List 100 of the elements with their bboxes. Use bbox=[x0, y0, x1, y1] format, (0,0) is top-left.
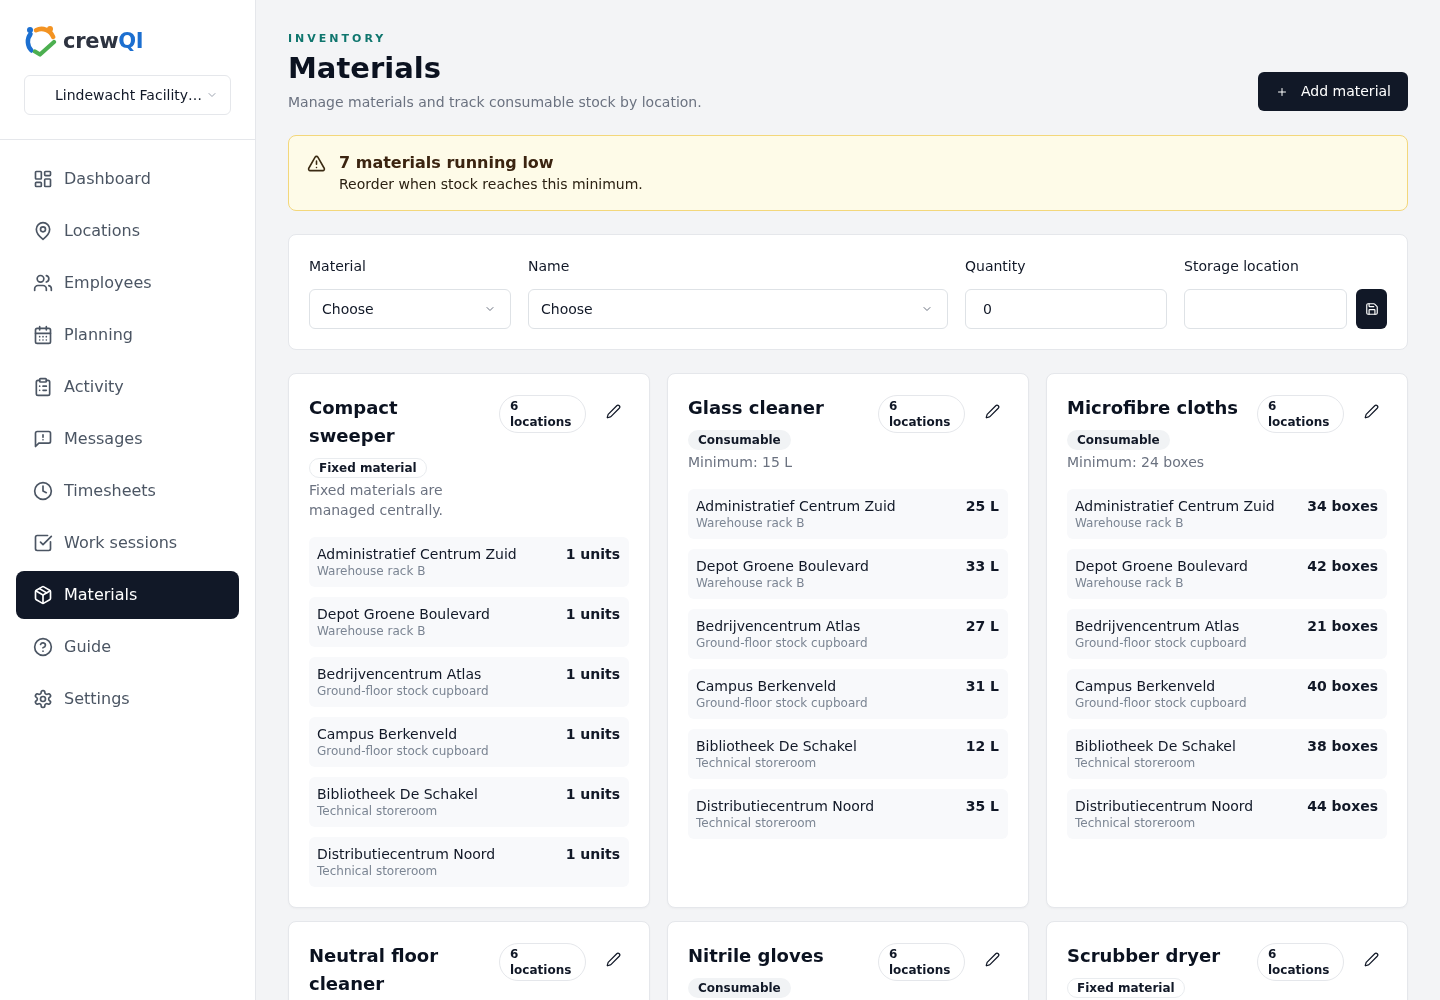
storage-place: Ground-floor stock cupboard bbox=[317, 683, 489, 699]
stock-quantity: 1 units bbox=[565, 665, 620, 683]
checkbox-icon bbox=[33, 533, 53, 553]
storage-place: Ground-floor stock cupboard bbox=[317, 743, 489, 759]
clipboard-list-icon bbox=[33, 377, 53, 397]
stock-quantity: 31 L bbox=[965, 677, 999, 695]
select-field[interactable]: Choose bbox=[309, 289, 511, 329]
pencil-icon bbox=[1363, 951, 1379, 967]
clock-icon bbox=[33, 481, 53, 501]
material-title: Microfibre cloths bbox=[1067, 396, 1239, 420]
stock-quantity: 27 L bbox=[965, 617, 999, 635]
material-note: Minimum: 15 L bbox=[688, 453, 794, 472]
select-field[interactable]: Choose bbox=[528, 289, 948, 329]
location-name: Distributiecentrum Noord bbox=[696, 797, 875, 815]
stock-quantity: 34 boxes bbox=[1307, 497, 1378, 515]
location-count-tag: 6 locations bbox=[1257, 943, 1344, 981]
settings-icon bbox=[33, 689, 53, 709]
nav-item[interactable]: Employees bbox=[16, 259, 239, 307]
save-button[interactable] bbox=[1356, 289, 1387, 329]
nav-item[interactable]: Locations bbox=[16, 207, 239, 255]
box-icon bbox=[33, 585, 53, 605]
storage-place: Warehouse rack B bbox=[317, 563, 427, 579]
nav-item[interactable]: Settings bbox=[16, 675, 239, 723]
location-name: Administratief Centrum Zuid bbox=[696, 497, 896, 515]
storage-place: Warehouse rack B bbox=[696, 515, 806, 531]
pencil-icon bbox=[1363, 403, 1379, 419]
location-count-tag: 6 locations bbox=[499, 943, 586, 981]
pencil-icon bbox=[605, 951, 621, 967]
storage-place: Ground-floor stock cupboard bbox=[696, 695, 868, 711]
storage-place: Technical storeroom bbox=[696, 815, 818, 831]
calendar-icon bbox=[33, 325, 53, 345]
field-label: Name bbox=[528, 257, 571, 276]
location-name: Campus Berkenveld bbox=[696, 677, 838, 695]
location-name: Campus Berkenveld bbox=[317, 725, 459, 743]
material-title: Compact sweeper bbox=[309, 396, 399, 448]
material-title: Scrubber dryer bbox=[1067, 944, 1222, 968]
nav-item[interactable]: Guide bbox=[16, 623, 239, 671]
stock-quantity: 42 boxes bbox=[1307, 557, 1378, 575]
storage-place: Warehouse rack B bbox=[317, 623, 427, 639]
nav-item[interactable]: Work sessions bbox=[16, 519, 239, 567]
users-icon bbox=[33, 273, 53, 293]
help-icon bbox=[33, 637, 53, 657]
nav-item[interactable]: Timesheets bbox=[16, 467, 239, 515]
stock-quantity: 25 L bbox=[965, 497, 999, 515]
stock-quantity: 38 boxes bbox=[1307, 737, 1378, 755]
location-name: Administratief Centrum Zuid bbox=[1075, 497, 1275, 515]
alert-message: Reorder when stock reaches this minimum. bbox=[339, 175, 643, 194]
material-type-tag: Fixed material bbox=[1067, 978, 1185, 998]
field-label: Quantity bbox=[965, 257, 1027, 276]
nav-item[interactable]: Activity bbox=[16, 363, 239, 411]
save-icon bbox=[1364, 302, 1379, 316]
dashboard-grid-icon bbox=[33, 169, 53, 189]
nav-item[interactable]: Planning bbox=[16, 311, 239, 359]
stock-quantity: 1 units bbox=[565, 845, 620, 863]
storage-place: Technical storeroom bbox=[1075, 815, 1197, 831]
map-pin-icon bbox=[33, 221, 53, 241]
add-material-button[interactable]: Add material bbox=[1258, 72, 1408, 111]
storage-place: Ground-floor stock cupboard bbox=[696, 635, 868, 651]
location-name: Bibliotheek De Schakel bbox=[696, 737, 857, 755]
material-type-tag: Consumable bbox=[688, 978, 791, 998]
location-count-tag: 6 locations bbox=[1257, 395, 1344, 433]
material-note: Minimum: 24 boxes bbox=[1067, 453, 1206, 472]
input-field[interactable]: 0 bbox=[965, 289, 1167, 329]
stock-quantity: 21 boxes bbox=[1307, 617, 1378, 635]
storage-place: Technical storeroom bbox=[1075, 755, 1197, 771]
location-name: Bibliotheek De Schakel bbox=[317, 785, 478, 803]
chevron-down-icon bbox=[208, 91, 216, 99]
location-name: Depot Groene Boulevard bbox=[1075, 557, 1248, 575]
storage-place: Technical storeroom bbox=[696, 755, 818, 771]
input-field[interactable] bbox=[1184, 289, 1347, 329]
material-note: Fixed materials are managed centrally. bbox=[309, 481, 445, 520]
location-name: Bedrijvencentrum Atlas bbox=[317, 665, 483, 683]
pencil-icon bbox=[984, 951, 1000, 967]
storage-place: Warehouse rack B bbox=[1075, 515, 1185, 531]
material-title: Neutral floor cleaner bbox=[309, 944, 440, 996]
pencil-icon bbox=[605, 403, 621, 419]
section-eyebrow: INVENTORY bbox=[288, 32, 388, 46]
logo-icon bbox=[24, 25, 58, 57]
nav-item[interactable]: Messages bbox=[16, 415, 239, 463]
location-count-tag: 6 locations bbox=[499, 395, 586, 433]
storage-place: Technical storeroom bbox=[317, 863, 439, 879]
material-type-tag: Fixed material bbox=[309, 458, 427, 478]
nav-item[interactable]: Dashboard bbox=[16, 155, 239, 203]
nav-item[interactable]: Materials bbox=[16, 571, 239, 619]
location-name: Distributiecentrum Noord bbox=[1075, 797, 1254, 815]
warning-icon bbox=[307, 154, 326, 173]
location-name: Depot Groene Boulevard bbox=[696, 557, 869, 575]
organization-select[interactable]: Lindewacht Facility… bbox=[24, 75, 231, 115]
location-count-tag: 6 locations bbox=[878, 943, 965, 981]
location-name: Bedrijvencentrum Atlas bbox=[696, 617, 862, 635]
message-alert-icon bbox=[33, 429, 53, 449]
field-label: Material bbox=[309, 257, 367, 276]
material-title: Nitrile gloves bbox=[688, 944, 825, 968]
material-title: Glass cleaner bbox=[688, 396, 825, 420]
location-name: Distributiecentrum Noord bbox=[317, 845, 496, 863]
location-name: Bibliotheek De Schakel bbox=[1075, 737, 1236, 755]
alert-title: 7 materials running low bbox=[339, 152, 555, 174]
storage-place: Technical storeroom bbox=[317, 803, 439, 819]
stock-quantity: 35 L bbox=[965, 797, 999, 815]
stock-quantity: 33 L bbox=[965, 557, 999, 575]
